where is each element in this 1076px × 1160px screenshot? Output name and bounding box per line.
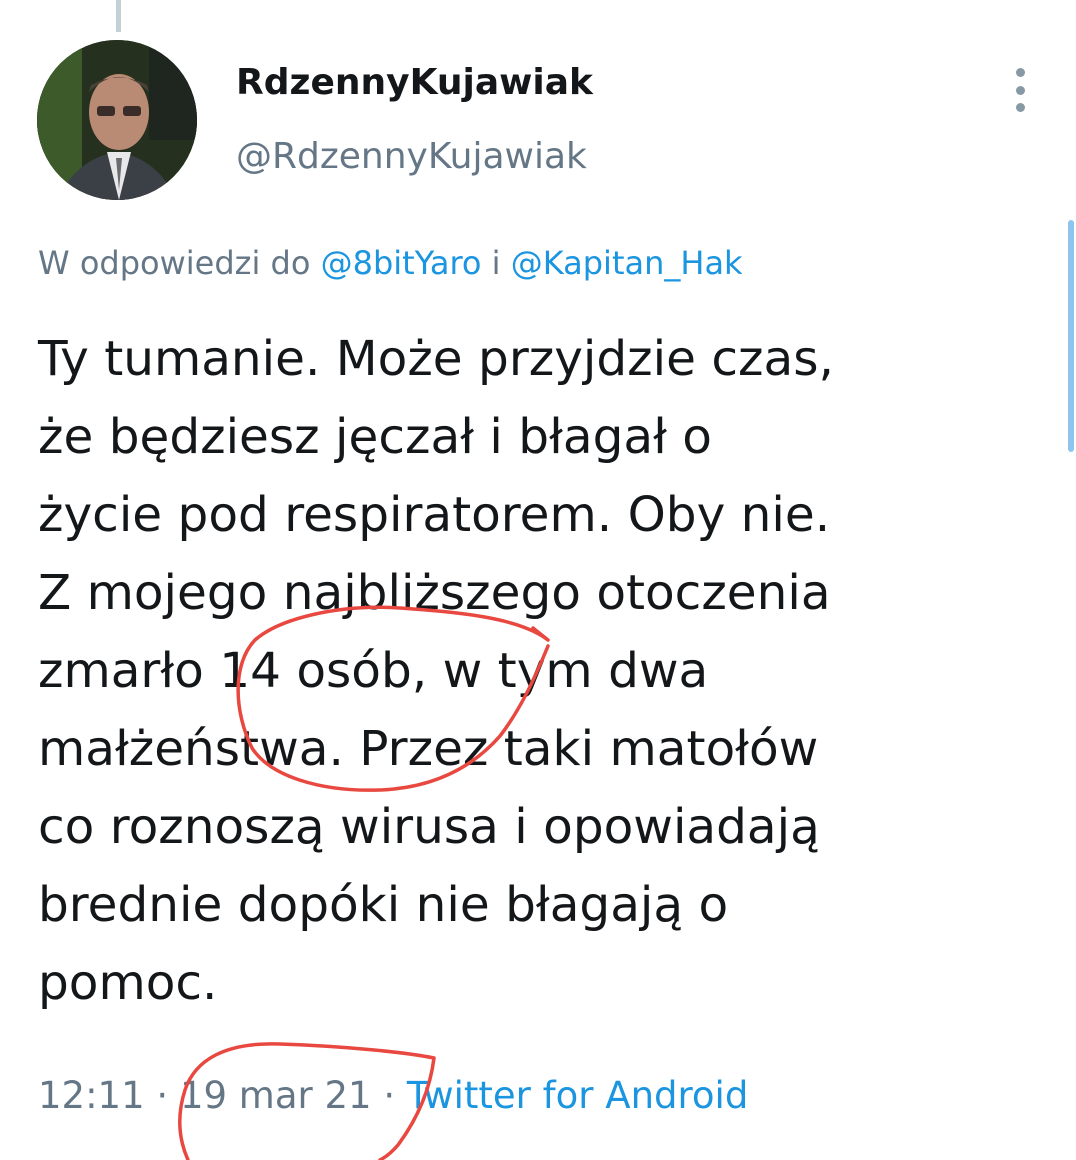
reply-mention-link[interactable]: @8bitYaro [321, 244, 482, 282]
tweet-text-line: zmarło 14 osób, w tym dwa [38, 643, 709, 699]
thread-connector-line [116, 0, 121, 32]
tweet-source-link[interactable]: Twitter for Android [407, 1074, 748, 1117]
reply-mention-link[interactable]: @Kapitan_Hak [511, 244, 743, 282]
tweet-text-line: brednie dopóki nie błagają o [38, 877, 729, 933]
meta-separator: · [144, 1074, 180, 1117]
meta-separator: · [371, 1074, 407, 1117]
reply-context: W odpowiedzi do @8bitYaro i @Kapitan_Hak [38, 244, 743, 282]
tweet-text-line: że będziesz jęczał i błagał o [38, 409, 712, 465]
more-dot [1015, 85, 1025, 95]
tweet-text-line: pomoc. [38, 955, 218, 1011]
tweet-time[interactable]: 12:11 [38, 1074, 145, 1117]
avatar-photo [37, 40, 197, 200]
display-name[interactable]: RdzennyKujawiak [236, 62, 593, 103]
more-dot [1015, 103, 1025, 112]
tweet-date[interactable]: 19 mar 21 [180, 1074, 372, 1117]
tweet-text-line: życie pod respiratorem. Oby nie. [38, 487, 831, 543]
reply-prefix: W odpowiedzi do [38, 244, 321, 282]
tweet-text-line: Z mojego najbliższego otoczenia [38, 565, 831, 621]
tweet-body: Ty tumanie. Może przyjdzie czas, że będz… [38, 320, 1048, 1022]
more-vertical-icon[interactable] [1002, 64, 1038, 116]
tweet-metadata: 12:11 · 19 mar 21 · Twitter for Android [38, 1074, 748, 1117]
scrollbar[interactable] [1068, 220, 1074, 452]
tweet-text-line: Ty tumanie. Może przyjdzie czas, [38, 331, 834, 387]
tweet-text-line: co roznoszą wirusa i opowiadają [38, 799, 820, 855]
user-handle[interactable]: @RdzennyKujawiak [236, 136, 587, 177]
reply-joiner: i [481, 244, 511, 282]
more-dot [1015, 68, 1025, 77]
avatar[interactable] [37, 40, 197, 200]
tweet-text-line: małżeństwa. Przez taki matołów [38, 721, 819, 777]
